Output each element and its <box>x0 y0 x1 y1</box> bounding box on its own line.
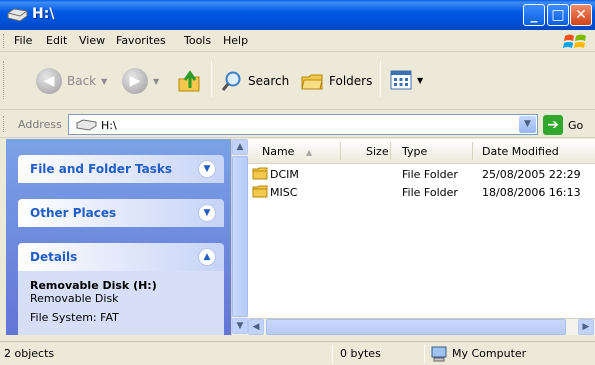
file-type: File Folder <box>402 168 458 181</box>
file-date: 18/08/2006 16:13 <box>482 186 581 199</box>
address-bar: Address H:\ ▼ ➔ Go <box>0 111 595 138</box>
menu-edit[interactable]: Edit <box>46 34 67 47</box>
status-divider <box>424 345 425 363</box>
forward-button[interactable]: ▶ ▼ <box>122 68 159 94</box>
column-size[interactable]: Size <box>366 145 389 158</box>
task-pane: File and Folder Tasks ▼ Other Places ▼ D… <box>6 139 231 335</box>
title-bar[interactable]: H:\ _ □ ✕ <box>0 0 595 30</box>
details-drive-name: Removable Disk (H:) <box>30 279 157 292</box>
details-drive-type: Removable Disk <box>30 292 119 305</box>
expand-chevron-icon[interactable]: ▼ <box>198 160 216 178</box>
file-type: File Folder <box>402 186 458 199</box>
file-row[interactable]: DCIM File Folder 25/08/2005 22:29 <box>248 166 595 184</box>
menu-bar: File Edit View Favorites Tools Help <box>0 30 595 52</box>
expand-chevron-icon[interactable]: ▼ <box>198 204 216 222</box>
search-button[interactable]: Search <box>221 70 289 92</box>
column-name[interactable]: Name ▲ <box>262 145 312 158</box>
views-dropdown-icon[interactable]: ▼ <box>417 76 423 85</box>
status-size: 0 bytes <box>340 347 381 360</box>
drive-icon <box>7 8 28 22</box>
file-folder-tasks-title: File and Folder Tasks <box>30 162 173 176</box>
back-button[interactable]: ◀ Back ▼ <box>36 68 107 94</box>
details-header[interactable]: Details ▲ <box>18 243 224 271</box>
folders-label: Folders <box>329 74 373 88</box>
status-object-count: 2 objects <box>4 347 55 360</box>
sort-ascending-icon: ▲ <box>305 148 313 157</box>
explorer-window: H:\ _ □ ✕ File Edit View Favorites Tools… <box>0 0 595 365</box>
file-folder-tasks-header[interactable]: File and Folder Tasks ▼ <box>18 155 224 183</box>
menu-help[interactable]: Help <box>223 34 248 47</box>
details-body: Removable Disk (H:) Removable Disk File … <box>18 271 224 335</box>
column-header-row: Name ▲ Size Type Date Modified <box>248 139 595 164</box>
scroll-thumb[interactable] <box>232 156 248 317</box>
details-file-system: File System: FAT <box>30 311 119 324</box>
task-pane-scrollbar[interactable]: ▲ ▼ <box>231 139 248 335</box>
file-row[interactable]: MISC File Folder 18/08/2006 16:13 <box>248 184 595 202</box>
column-type[interactable]: Type <box>402 145 427 158</box>
scroll-right-icon[interactable]: ▶ <box>578 319 594 335</box>
menu-grip[interactable] <box>3 34 6 48</box>
up-folder-icon[interactable] <box>177 69 203 95</box>
scroll-left-icon[interactable]: ◀ <box>248 319 264 335</box>
folders-icon <box>301 74 323 90</box>
views-icon <box>390 70 412 90</box>
file-name: MISC <box>270 186 298 199</box>
maximize-button[interactable]: □ <box>547 4 569 26</box>
status-location: My Computer <box>452 347 527 360</box>
folder-icon <box>252 167 268 180</box>
address-grip[interactable] <box>3 116 6 132</box>
go-arrow-icon: ➔ <box>543 115 563 135</box>
address-label: Address <box>18 118 62 131</box>
search-label: Search <box>248 74 290 88</box>
scroll-thumb[interactable] <box>266 319 566 335</box>
column-name-label: Name <box>262 145 295 158</box>
menu-file[interactable]: File <box>14 34 32 47</box>
menu-favorites[interactable]: Favorites <box>116 34 166 47</box>
windows-logo-icon <box>563 34 586 48</box>
column-date-modified[interactable]: Date Modified <box>482 145 559 158</box>
menu-tools[interactable]: Tools <box>184 34 211 47</box>
views-button[interactable]: ▼ <box>390 70 423 90</box>
drive-icon <box>76 119 97 131</box>
column-divider[interactable] <box>390 142 391 160</box>
close-button[interactable]: ✕ <box>570 4 592 26</box>
scroll-up-icon[interactable]: ▲ <box>232 139 248 155</box>
minimize-button[interactable]: _ <box>523 4 545 26</box>
go-button[interactable]: ➔ Go <box>543 115 583 135</box>
other-places-title: Other Places <box>30 206 117 220</box>
back-label: Back <box>67 74 97 88</box>
file-list-hscrollbar[interactable]: ◀ ▶ <box>248 318 595 335</box>
window-title: H:\ <box>32 6 55 22</box>
address-value: H:\ <box>101 119 117 132</box>
folder-icon <box>252 185 268 198</box>
go-label: Go <box>568 118 584 132</box>
my-computer-icon <box>431 346 447 362</box>
toolbar-grip[interactable] <box>3 61 6 99</box>
file-list: Name ▲ Size Type Date Modified DCIM File… <box>248 139 595 335</box>
collapse-chevron-icon[interactable]: ▲ <box>198 248 216 266</box>
details-title: Details <box>30 250 78 264</box>
status-divider <box>332 345 333 363</box>
address-input[interactable]: H:\ ▼ <box>68 114 538 135</box>
file-name: DCIM <box>270 168 299 181</box>
back-dropdown-icon[interactable]: ▼ <box>101 77 107 86</box>
standard-toolbar: ◀ Back ▼ ▶ ▼ Search Folders ▼ <box>0 53 595 110</box>
folders-button[interactable]: Folders <box>300 70 372 92</box>
address-dropdown-icon[interactable]: ▼ <box>519 116 536 133</box>
column-divider[interactable] <box>472 142 473 160</box>
other-places-header[interactable]: Other Places ▼ <box>18 199 224 227</box>
back-arrow-icon: ◀ <box>36 68 62 94</box>
scroll-down-icon[interactable]: ▼ <box>232 318 248 334</box>
menu-view[interactable]: View <box>79 34 105 47</box>
toolbar-separator <box>380 61 381 97</box>
forward-arrow-icon: ▶ <box>122 68 148 94</box>
column-divider[interactable] <box>340 142 341 160</box>
status-bar: 2 objects 0 bytes My Computer <box>0 341 595 365</box>
search-icon <box>221 71 241 91</box>
toolbar-separator <box>211 61 212 97</box>
forward-dropdown-icon[interactable]: ▼ <box>153 77 159 86</box>
file-date: 25/08/2005 22:29 <box>482 168 581 181</box>
